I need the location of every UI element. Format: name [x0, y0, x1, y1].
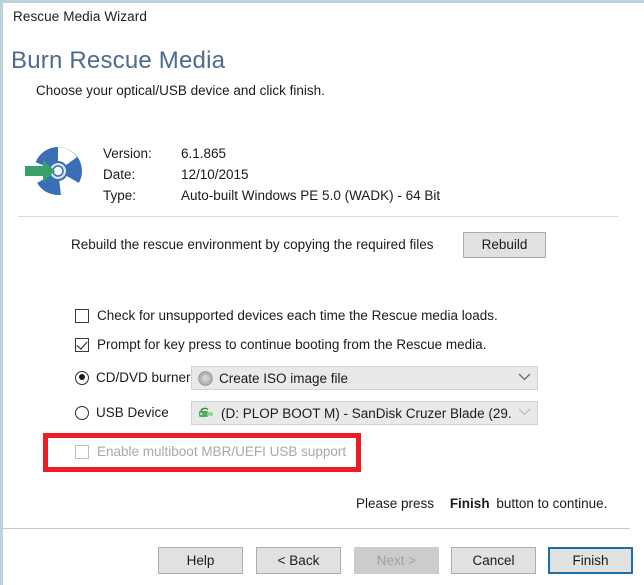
info-row-date: Date: 12/10/2015 — [103, 167, 440, 188]
cd-disc-import-icon — [23, 140, 85, 202]
usb-target-value: (D: PLOP BOOT M) - SanDisk Cruzer Blade … — [221, 405, 511, 421]
cancel-button[interactable]: Cancel — [451, 547, 536, 574]
finish-button[interactable]: Finish — [548, 547, 633, 574]
media-info-table: Version: 6.1.865 Date: 12/10/2015 Type: … — [103, 146, 440, 209]
cd-disc-icon — [198, 370, 213, 386]
info-row-version: Version: 6.1.865 — [103, 146, 440, 167]
radio-cd-dvd-burner[interactable] — [75, 370, 89, 385]
checkbox-prompt-key-press[interactable] — [75, 337, 89, 352]
info-label-type: Type: — [103, 188, 137, 203]
chevron-down-icon[interactable] — [511, 372, 537, 384]
radio-label-cd-dvd-burner: CD/DVD burner — [96, 370, 191, 385]
radio-label-usb-device: USB Device — [96, 405, 169, 420]
cd-dvd-target-combobox[interactable]: Create ISO image file — [191, 366, 538, 390]
page-subtitle: Choose your optical/USB device and click… — [36, 83, 325, 98]
checkbox-row-multiboot[interactable]: Enable multiboot MBR/UEFI USB support — [75, 444, 346, 459]
radio-row-cd-dvd-burner[interactable]: CD/DVD burner — [75, 370, 191, 385]
info-value-version: 6.1.865 — [181, 146, 227, 161]
checkbox-label-unsupported-devices: Check for unsupported devices each time … — [97, 308, 498, 323]
next-button: Next > — [354, 547, 439, 574]
rescue-media-wizard-window: Rescue Media Wizard Burn Rescue Media Ch… — [0, 0, 644, 585]
checkbox-multiboot[interactable] — [75, 444, 89, 459]
usb-target-combobox[interactable]: (D: PLOP BOOT M) - SanDisk Cruzer Blade … — [191, 401, 538, 425]
help-button[interactable]: Help — [158, 547, 243, 574]
radio-usb-device[interactable] — [75, 405, 89, 420]
usb-drive-icon — [198, 406, 215, 421]
back-button[interactable]: < Back — [256, 547, 341, 574]
info-value-type: Auto-built Windows PE 5.0 (WADK) - 64 Bi… — [181, 188, 441, 203]
checkbox-row-unsupported-devices[interactable]: Check for unsupported devices each time … — [75, 308, 498, 323]
window-title: Rescue Media Wizard — [13, 9, 147, 24]
rebuild-description: Rebuild the rescue environment by copyin… — [71, 237, 434, 252]
divider-bottom — [3, 528, 630, 529]
finish-hint-prefix: Please press — [356, 496, 435, 511]
checkbox-unsupported-devices[interactable] — [75, 308, 89, 323]
checkbox-label-multiboot: Enable multiboot MBR/UEFI USB support — [97, 444, 347, 459]
rebuild-button[interactable]: Rebuild — [463, 232, 546, 258]
divider-top — [18, 216, 618, 217]
radio-row-usb-device[interactable]: USB Device — [75, 405, 169, 420]
info-label-date: Date: — [103, 167, 136, 182]
wizard-content: Rescue Media Wizard Burn Rescue Media Ch… — [3, 3, 633, 585]
page-title: Burn Rescue Media — [11, 47, 226, 74]
cd-dvd-target-value: Create ISO image file — [219, 370, 349, 386]
chevron-down-icon-usb[interactable] — [511, 407, 537, 419]
info-row-type: Type: Auto-built Windows PE 5.0 (WADK) -… — [103, 188, 440, 209]
finish-hint: Please press Finish button to continue. — [356, 496, 607, 511]
info-label-version: Version: — [103, 146, 152, 161]
info-value-date: 12/10/2015 — [181, 167, 249, 182]
checkbox-label-prompt-key-press: Prompt for key press to continue booting… — [97, 337, 487, 352]
checkbox-row-prompt-key-press[interactable]: Prompt for key press to continue booting… — [75, 337, 486, 352]
finish-hint-emphasis: Finish — [449, 496, 490, 511]
finish-hint-suffix: button to continue. — [496, 496, 608, 511]
